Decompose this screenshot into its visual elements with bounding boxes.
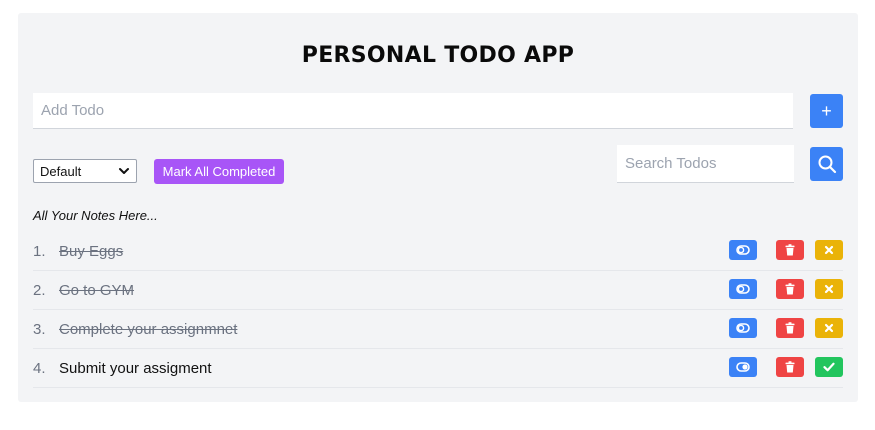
app-title: PERSONAL TODO APP (301, 43, 575, 68)
todo-number: 1. (33, 242, 46, 260)
todo-text: Buy Eggs (59, 242, 124, 260)
trash-icon (785, 283, 795, 295)
trash-icon (785, 361, 795, 373)
delete-button[interactable] (776, 318, 804, 338)
list-heading: All Your Notes Here... (33, 208, 158, 223)
todo-item: 1. Buy Eggs (33, 232, 843, 271)
delete-button[interactable] (776, 357, 804, 377)
chevron-down-icon (119, 168, 129, 174)
filter-selected-value: Default (40, 163, 82, 179)
todo-text: Submit your assigment (59, 359, 212, 377)
todo-item: 4. Submit your assigment (33, 349, 843, 388)
todo-number: 4. (33, 359, 46, 377)
x-icon (824, 323, 834, 333)
todo-card: PERSONAL TODO APP + Default Mark All Com… (18, 13, 858, 402)
trash-icon (785, 244, 795, 256)
add-todo-button[interactable]: + (810, 94, 843, 128)
mark-pending-button[interactable] (815, 318, 843, 338)
toggle-button[interactable] (729, 279, 757, 299)
todo-text: Go to GYM (59, 281, 135, 299)
search-input[interactable] (617, 145, 794, 183)
x-icon (824, 245, 834, 255)
search-icon (818, 155, 836, 174)
delete-button[interactable] (776, 240, 804, 260)
add-button-label: + (821, 100, 832, 121)
filter-select[interactable]: Default (33, 159, 137, 183)
toggle-button[interactable] (729, 357, 757, 377)
x-icon (824, 284, 834, 294)
todo-list: 1. Buy Eggs 2. Go to GYM 3. Complete your ass… (33, 232, 843, 388)
delete-button[interactable] (776, 279, 804, 299)
toggle-icon (736, 245, 750, 255)
toggle-icon (736, 362, 750, 372)
check-icon (823, 362, 835, 372)
todo-item: 3. Complete your assignmnet (33, 310, 843, 349)
todo-text: Complete your assignmnet (59, 320, 238, 338)
mark-pending-button[interactable] (815, 240, 843, 260)
add-todo-input[interactable] (33, 93, 793, 129)
todo-item: 2. Go to GYM (33, 271, 843, 310)
trash-icon (785, 322, 795, 334)
toggle-button[interactable] (729, 240, 757, 260)
mark-pending-button[interactable] (815, 279, 843, 299)
search-button[interactable] (810, 147, 843, 181)
mark-all-completed-button[interactable]: Mark All Completed (154, 159, 284, 184)
toggle-button[interactable] (729, 318, 757, 338)
todo-number: 3. (33, 320, 46, 338)
toggle-icon (736, 323, 750, 333)
todo-number: 2. (33, 281, 46, 299)
toggle-icon (736, 284, 750, 294)
mark-complete-button[interactable] (815, 357, 843, 377)
